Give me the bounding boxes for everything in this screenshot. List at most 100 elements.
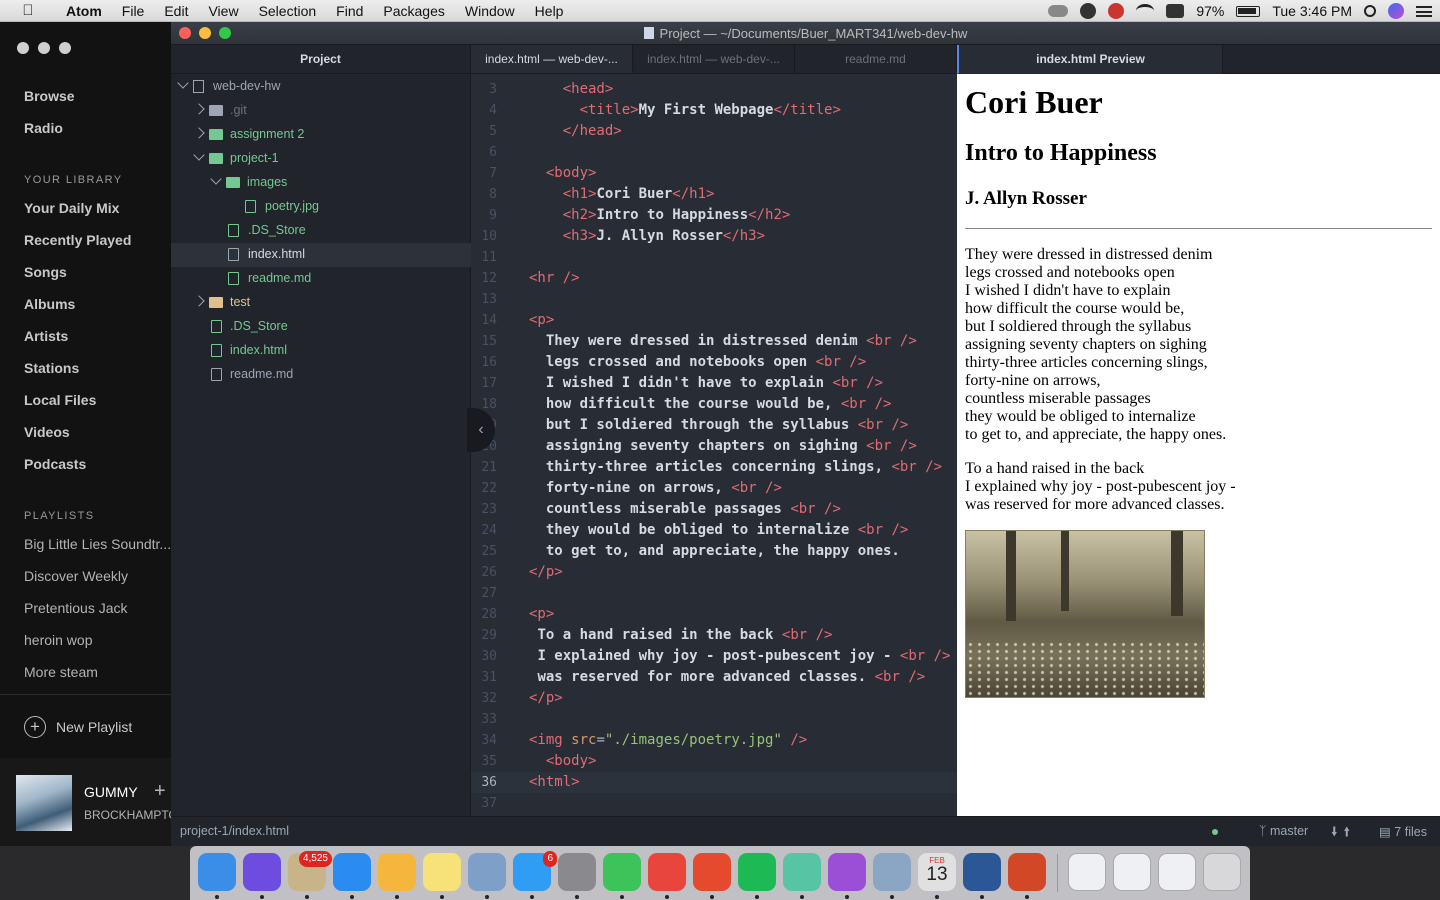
album-art[interactable] <box>16 775 72 831</box>
minimize-window-icon[interactable] <box>38 42 50 54</box>
tab-readme-md[interactable]: readme.md <box>795 45 957 73</box>
code-line[interactable]: 27 <box>471 583 957 604</box>
tree-file-ds-store[interactable]: .DS_Store <box>171 219 471 243</box>
html-preview-pane[interactable]: Cori Buer Intro to Happiness J. Allyn Ro… <box>957 74 1440 816</box>
creative-cloud-icon[interactable] <box>1048 5 1069 17</box>
tree-file-poetry-jpg[interactable]: poetry.jpg <box>171 195 471 219</box>
code-line[interactable]: 18 how difficult the course would be, <b… <box>471 394 957 415</box>
safari-icon[interactable] <box>333 853 371 891</box>
tree-root-web-dev-hw[interactable]: web-dev-hw <box>171 75 471 99</box>
library-daily-mix[interactable]: Your Daily Mix <box>24 200 119 216</box>
code-line[interactable]: 34 <img src="./images/poetry.jpg" /> <box>471 730 957 751</box>
code-line[interactable]: 20 assigning seventy chapters on sighing… <box>471 436 957 457</box>
code-line[interactable]: 28 <p> <box>471 604 957 625</box>
spotify-icon[interactable] <box>738 853 776 891</box>
spotlight-search-icon[interactable] <box>1364 5 1376 17</box>
track-title[interactable]: GUMMY <box>84 784 138 800</box>
word-icon[interactable] <box>963 853 1001 891</box>
downloads-stack-icon[interactable] <box>1113 853 1151 891</box>
library-albums[interactable]: Albums <box>24 296 75 312</box>
tree-file-ds-store[interactable]: .DS_Store <box>171 315 471 339</box>
nav-browse[interactable]: Browse <box>24 88 75 104</box>
close-window-icon[interactable] <box>179 27 191 39</box>
tree-folder-images[interactable]: images <box>171 171 471 195</box>
siri-icon[interactable] <box>243 853 281 891</box>
notification-center-icon[interactable] <box>1416 5 1432 17</box>
github-desktop-icon[interactable] <box>828 853 866 891</box>
new-playlist-button[interactable]: + New Playlist <box>24 716 132 738</box>
code-line[interactable]: 14 <p> <box>471 310 957 331</box>
code-line[interactable]: 12 <hr /> <box>471 268 957 289</box>
code-line[interactable]: 8 <h1>Cori Buer</h1> <box>471 184 957 205</box>
menu-packages[interactable]: Packages <box>373 3 454 19</box>
tree-file-readme-md[interactable]: readme.md <box>171 267 471 291</box>
code-line[interactable]: 15 They were dressed in distressed denim… <box>471 331 957 352</box>
menu-find[interactable]: Find <box>326 3 373 19</box>
code-line[interactable]: 3 <head> <box>471 79 957 100</box>
image-capture-icon[interactable] <box>873 853 911 891</box>
menu-help[interactable]: Help <box>525 3 574 19</box>
trash-icon[interactable] <box>1203 853 1241 891</box>
playlist-item[interactable]: heroin wop <box>24 632 171 648</box>
code-line[interactable]: 17 I wished I didn't have to explain <br… <box>471 373 957 394</box>
apple-menu-icon[interactable]:  <box>0 2 56 19</box>
code-line[interactable]: 22 forty-nine on arrows, <br /> <box>471 478 957 499</box>
tree-folder-test[interactable]: test <box>171 291 471 315</box>
code-line[interactable]: 26 </p> <box>471 562 957 583</box>
library-recently-played[interactable]: Recently Played <box>24 232 131 248</box>
code-line[interactable]: 24 they would be obliged to internalize … <box>471 520 957 541</box>
tree-file-index-html[interactable]: index.html <box>171 243 471 267</box>
preview-icon[interactable] <box>468 853 506 891</box>
antivirus-icon[interactable] <box>1108 3 1125 19</box>
menu-file[interactable]: File <box>112 3 155 19</box>
code-line[interactable]: 13 <box>471 289 957 310</box>
mail-icon[interactable]: 4,525 <box>288 851 332 891</box>
code-editor[interactable]: 3 <head> 4 <title>My First Webpage</title… <box>471 74 957 816</box>
minimize-window-icon[interactable] <box>199 27 211 39</box>
documents-stack-icon[interactable] <box>1068 853 1106 891</box>
code-line[interactable]: 21 thirty-three articles concerning slin… <box>471 457 957 478</box>
zoom-window-icon[interactable] <box>59 42 71 54</box>
code-line[interactable]: 7 <body> <box>471 163 957 184</box>
code-line[interactable]: 4 <title>My First Webpage</title> <box>471 100 957 121</box>
library-videos[interactable]: Videos <box>24 424 70 440</box>
code-line[interactable]: 9 <h2>Intro to Happiness</h2> <box>471 205 957 226</box>
menu-app-name[interactable]: Atom <box>56 3 112 19</box>
finder-icon[interactable] <box>198 853 236 891</box>
changed-files-count[interactable]: ▤ 7 files <box>1379 824 1427 839</box>
menu-edit[interactable]: Edit <box>154 3 198 19</box>
powerpoint-icon[interactable] <box>1008 853 1046 891</box>
tree-folder-git[interactable]: .git <box>171 99 471 123</box>
tree-file-readme-md[interactable]: readme.md <box>171 363 471 387</box>
system-preferences-icon[interactable] <box>558 853 596 891</box>
playlist-item[interactable]: Big Little Lies Soundtr... <box>24 536 171 552</box>
clock[interactable]: Tue 3:46 PM <box>1272 3 1352 19</box>
calendar-icon[interactable]: FEB 13 <box>918 853 956 891</box>
tab-index-html[interactable]: index.html — web-dev-... <box>633 45 795 73</box>
status-file-path[interactable]: project-1/index.html <box>180 824 289 838</box>
playlist-item[interactable]: More steam <box>24 664 171 680</box>
code-line[interactable]: 30 I explained why joy - post-pubescent … <box>471 646 957 667</box>
code-line[interactable]: 25 to get to, and appreciate, the happy … <box>471 541 957 562</box>
airplay-icon[interactable] <box>1166 4 1185 18</box>
tab-index-html-active[interactable]: index.html — web-dev-... <box>471 45 633 73</box>
photos-icon[interactable] <box>378 853 416 891</box>
code-line[interactable]: 19 but I soldiered through the syllabus … <box>471 415 957 436</box>
playlist-item[interactable]: Discover Weekly <box>24 568 171 584</box>
code-line[interactable]: 5 </head> <box>471 121 957 142</box>
git-fetch-push-icon[interactable]: 🠛🠙 <box>1331 823 1356 845</box>
library-podcasts[interactable]: Podcasts <box>24 456 86 472</box>
siri-icon[interactable] <box>1388 3 1404 19</box>
code-line[interactable]: 10 <h3>J. Allyn Rosser</h3> <box>471 226 957 247</box>
code-line[interactable]: 6 <box>471 142 957 163</box>
playlist-item[interactable]: Pretentious Jack <box>24 600 171 616</box>
battery-icon[interactable] <box>1236 5 1261 17</box>
nav-radio[interactable]: Radio <box>24 120 63 136</box>
library-stations[interactable]: Stations <box>24 360 79 376</box>
close-window-icon[interactable] <box>17 42 29 54</box>
menu-window[interactable]: Window <box>455 3 525 19</box>
code-line[interactable]: 23 countless miserable passages <br /> <box>471 499 957 520</box>
code-line[interactable]: 31 was reserved for more advanced classe… <box>471 667 957 688</box>
save-track-plus-icon[interactable]: + <box>154 780 166 803</box>
atom-icon[interactable] <box>783 853 821 891</box>
